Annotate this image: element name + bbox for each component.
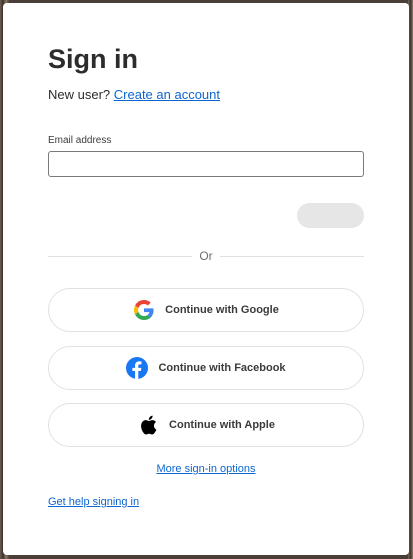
page-title: Sign in <box>48 44 138 74</box>
google-button-label: Continue with Google <box>165 304 279 316</box>
more-options-container: More sign-in options <box>3 462 409 476</box>
continue-button[interactable] <box>297 203 364 228</box>
sign-in-card: Sign in New user? Create an account Emai… <box>3 3 409 555</box>
continue-with-google-button[interactable]: Continue with Google <box>48 288 364 332</box>
new-user-text: New user? <box>48 87 111 102</box>
more-sign-in-options-link[interactable]: More sign-in options <box>156 463 255 475</box>
apple-icon <box>137 414 159 436</box>
divider-line-left <box>48 256 192 257</box>
apple-button-label: Continue with Apple <box>169 419 275 431</box>
facebook-button-label: Continue with Facebook <box>158 362 286 374</box>
get-help-link[interactable]: Get help signing in <box>48 495 139 509</box>
divider-line-right <box>220 256 364 257</box>
facebook-icon <box>126 357 149 379</box>
email-field[interactable] <box>48 151 364 177</box>
or-divider: Or <box>48 249 364 263</box>
divider-text: Or <box>199 249 213 263</box>
email-label: Email address <box>48 135 112 146</box>
create-account-link[interactable]: Create an account <box>114 87 220 102</box>
continue-with-facebook-button[interactable]: Continue with Facebook <box>48 346 364 390</box>
new-user-prompt: New user? Create an account <box>48 86 220 104</box>
google-icon <box>133 299 155 321</box>
continue-with-apple-button[interactable]: Continue with Apple <box>48 403 364 447</box>
